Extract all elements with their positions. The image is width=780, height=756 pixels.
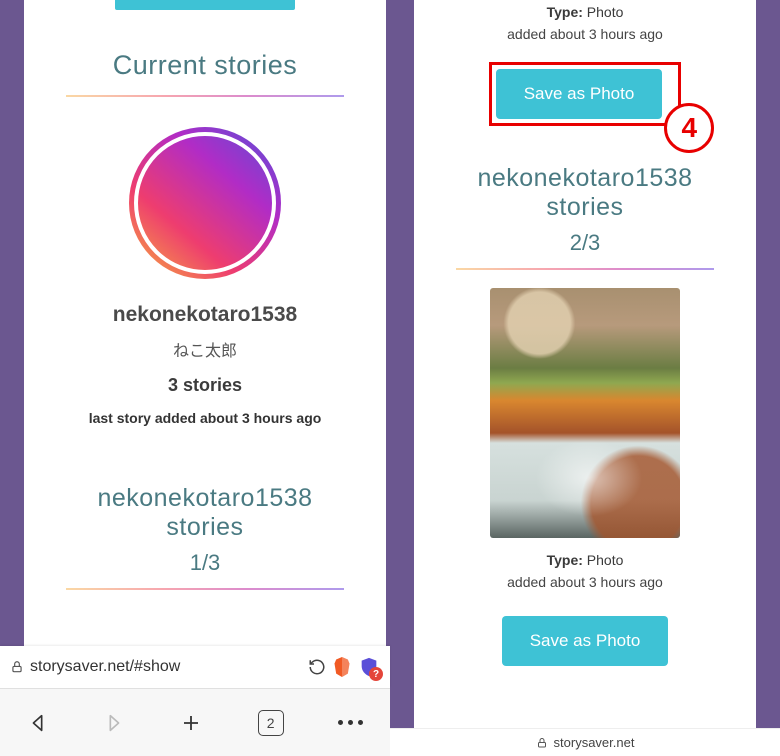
gradient-divider (66, 95, 344, 97)
media-added-time: added about 3 hours ago (456, 26, 714, 42)
annotation-step-number: 4 (664, 103, 714, 153)
new-tab-icon[interactable] (179, 711, 203, 735)
browser-bottom-nav: 2 (0, 688, 390, 756)
profile-avatar[interactable] (129, 127, 281, 279)
profile-display-name: ねこ太郎 (66, 337, 344, 361)
tab-count-button[interactable]: 2 (258, 710, 284, 736)
reload-icon[interactable] (308, 658, 326, 676)
story-photo-preview[interactable] (490, 288, 680, 538)
annotation-highlight: Save as Photo 4 (489, 62, 682, 126)
media-type: Type: Photo (456, 4, 714, 20)
menu-icon[interactable] (338, 720, 363, 725)
url-text: storysaver.net (554, 735, 635, 750)
stories-section-header: nekonekotaro1538 stories (66, 484, 344, 542)
back-icon[interactable] (27, 712, 49, 734)
gradient-divider (456, 268, 714, 270)
shield-badge-icon[interactable]: ? (358, 656, 380, 678)
media-type: Type: Photo (456, 552, 714, 568)
url-text: storysaver.net/#show (30, 658, 302, 676)
cyan-bar (115, 0, 295, 10)
save-as-photo-button[interactable]: Save as Photo (496, 69, 663, 119)
lock-icon (10, 660, 24, 674)
brave-lion-icon[interactable] (332, 655, 352, 679)
lock-icon (536, 737, 548, 749)
story-index: 2/3 (456, 230, 714, 256)
save-as-photo-button[interactable]: Save as Photo (502, 616, 669, 666)
profile-username[interactable]: nekonekotaro1538 (66, 303, 344, 327)
current-stories-heading: Current stories (66, 50, 344, 81)
right-screenshot: Type: Photo added about 3 hours ago Save… (390, 0, 780, 756)
story-index: 1/3 (66, 550, 344, 576)
forward-icon (103, 712, 125, 734)
story-count: 3 stories (66, 375, 344, 396)
gradient-divider (66, 588, 344, 590)
left-screenshot: Current stories nekonekotaro1538 ねこ太郎 3 … (0, 0, 390, 756)
browser-url-bar-collapsed[interactable]: storysaver.net (390, 728, 780, 756)
stories-section-header: nekonekotaro1538 stories (456, 164, 714, 222)
media-added-time: added about 3 hours ago (456, 574, 714, 590)
last-story-time: last story added about 3 hours ago (66, 410, 344, 426)
browser-url-bar[interactable]: storysaver.net/#show ? (0, 646, 390, 688)
